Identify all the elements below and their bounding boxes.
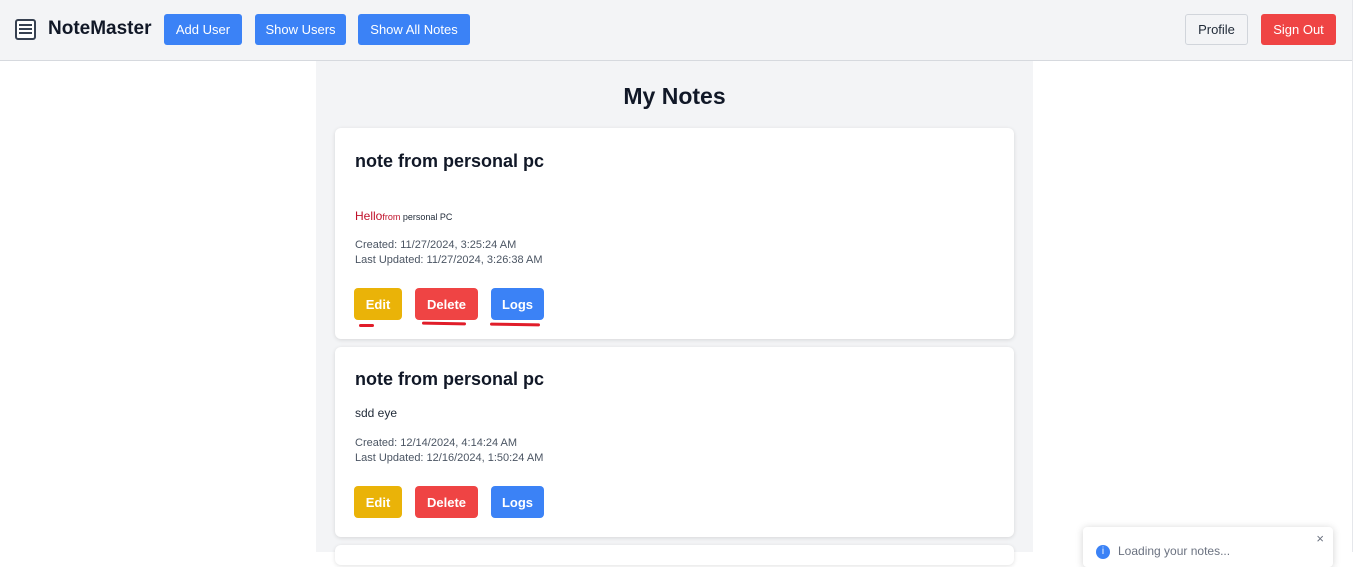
note-meta: Created: 12/14/2024, 4:14:24 AM Last Upd… [355, 436, 543, 466]
annotation-underline [489, 322, 541, 327]
note-meta: Created: 11/27/2024, 3:25:24 AM Last Upd… [355, 238, 543, 268]
note-created: Created: 12/14/2024, 4:14:24 AM [355, 437, 518, 449]
annotation-underline [359, 324, 374, 327]
note-title: note from personal pc [355, 151, 545, 171]
delete-button[interactable]: Delete [415, 288, 478, 320]
close-icon[interactable]: × [1316, 531, 1324, 546]
logs-button[interactable]: Logs [491, 288, 544, 320]
notebook-icon [15, 19, 36, 40]
note-body: Hellofrom personal PC [355, 209, 452, 223]
annotation-underline [421, 321, 467, 326]
top-navbar: NoteMaster Add User Show Users Show All … [0, 0, 1353, 61]
toast-message: Loading your notes... [1118, 544, 1231, 558]
note-created: Created: 11/27/2024, 3:25:24 AM [355, 239, 517, 251]
note-card [335, 545, 1014, 565]
profile-button[interactable]: Profile [1185, 14, 1248, 45]
note-body-rest: personal PC [400, 212, 453, 222]
notes-container: My Notes note from personal pc Hellofrom… [316, 61, 1033, 565]
note-body: sdd eye [355, 406, 398, 420]
note-updated: Last Updated: 12/16/2024, 1:50:24 AM [355, 452, 544, 464]
note-body-hello: Hello [355, 209, 383, 223]
note-title: note from personal pc [355, 369, 545, 389]
logs-button[interactable]: Logs [491, 486, 544, 518]
add-user-button[interactable]: Add User [164, 14, 242, 45]
info-icon: i [1096, 545, 1110, 559]
note-card: note from personal pc sdd eye Created: 1… [335, 347, 1014, 537]
note-card: note from personal pc Hellofrom personal… [335, 128, 1014, 339]
page-title: My Notes [623, 83, 726, 109]
edit-button[interactable]: Edit [354, 486, 402, 518]
note-updated: Last Updated: 11/27/2024, 3:26:38 AM [355, 254, 543, 266]
delete-button[interactable]: Delete [415, 486, 478, 518]
show-users-button[interactable]: Show Users [255, 14, 346, 45]
toast-notification: i Loading your notes... × [1083, 527, 1333, 567]
edit-button[interactable]: Edit [354, 288, 402, 320]
show-all-notes-button[interactable]: Show All Notes [358, 14, 470, 45]
sign-out-button[interactable]: Sign Out [1261, 14, 1336, 45]
app-title[interactable]: NoteMaster [48, 18, 151, 40]
note-body-from: from [382, 212, 401, 222]
